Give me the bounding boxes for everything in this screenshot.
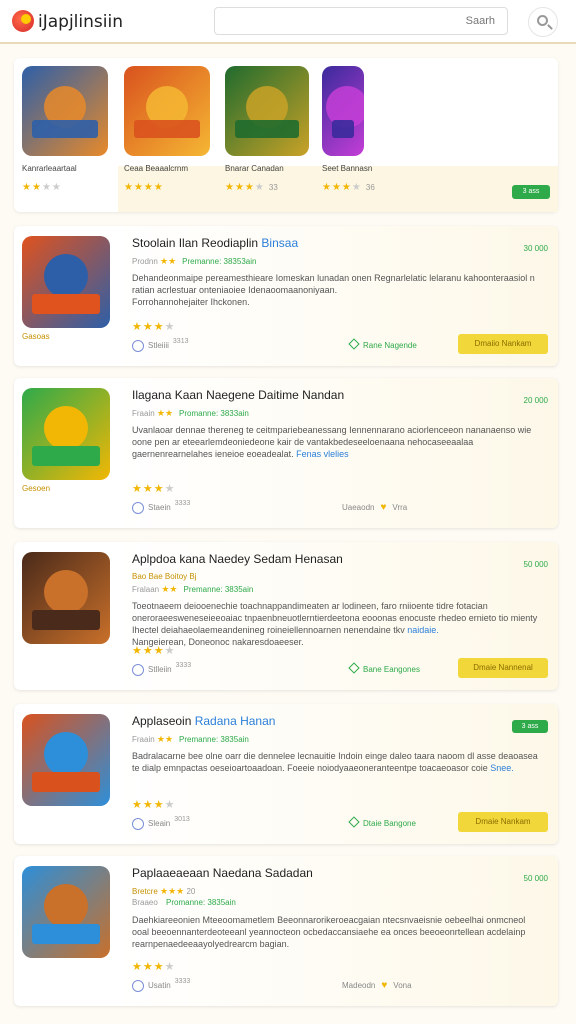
featured-app-icon[interactable] bbox=[124, 66, 210, 156]
app-category: Gasoas bbox=[22, 332, 50, 341]
diamond-icon bbox=[348, 816, 360, 828]
like-button[interactable]: Stleiiii 3313 bbox=[132, 338, 188, 352]
heart-icon bbox=[132, 340, 144, 352]
search-input[interactable]: Saarh bbox=[214, 7, 508, 35]
description-link[interactable]: Fenas vlelies bbox=[296, 449, 349, 459]
app-title[interactable]: Paplaaeaeaan Naedana Sadadan bbox=[132, 866, 313, 880]
search-button[interactable] bbox=[528, 7, 558, 37]
install-button[interactable]: Dmaie Nannenal bbox=[458, 658, 548, 678]
app-title[interactable]: Applaseoin Radana Hanan bbox=[132, 714, 275, 728]
app-rating: ★★★★ bbox=[132, 483, 176, 495]
heart-icon bbox=[132, 980, 144, 992]
install-button[interactable]: Dmaiio Nankam bbox=[458, 334, 548, 354]
app-description: Daehkiareeonien Mteeoomametlem Beeonnaro… bbox=[132, 915, 526, 949]
featured-carousel: Kanrarleaartaal ★★★★ Ceaa Beaaalcrnm ★★★★ Bn… bbox=[14, 58, 558, 212]
featured-app-name[interactable]: Kanrarleaartaal bbox=[22, 164, 112, 174]
app-subline: Fralaan ★★ Premanne: 3835ain bbox=[132, 584, 254, 594]
description-link[interactable]: Snee. bbox=[490, 763, 514, 773]
app-card[interactable]: Paplaaeaeaan Naedana Sadadan 50 000 Bretc… bbox=[14, 856, 558, 1006]
app-description: Badralacarne bee olne oarr die dennelee … bbox=[132, 751, 538, 773]
app-subline: Braaeo Promanne: 3835ain bbox=[132, 898, 236, 907]
heart-icon bbox=[132, 664, 144, 676]
featured-app-rating: ★★★★ 33 bbox=[225, 182, 278, 193]
app-rating: ★★★★ bbox=[132, 799, 176, 811]
heart-icon bbox=[132, 818, 144, 830]
app-title-highlight: Binsaa bbox=[261, 236, 299, 250]
featured-app-name[interactable]: Bnarar Canadan bbox=[225, 164, 315, 174]
app-card[interactable]: Applaseoin Radana Hanan 3 ass Fraain ★★ Pre… bbox=[14, 704, 558, 844]
app-logo-icon[interactable] bbox=[12, 10, 34, 32]
app-subline: Fraain ★★ Premanne: 3835ain bbox=[132, 734, 249, 744]
app-description: Dehandeonmaipe pereamesthieare Iomeskan … bbox=[132, 273, 535, 307]
app-price: 50 000 bbox=[523, 560, 548, 569]
app-title[interactable]: Stoolain Ilan Reodiaplin Binsaa bbox=[132, 236, 298, 250]
flame-icon: ♥ bbox=[380, 502, 387, 513]
app-subline: Fraain ★★ Promanne: 3833ain bbox=[132, 408, 249, 418]
app-title[interactable]: Aplpdoa kana Naedey Sedam Henasan bbox=[132, 552, 343, 566]
app-title-highlight: Radana Hanan bbox=[194, 714, 276, 728]
featured-app-name[interactable]: Seet Bannasn bbox=[322, 164, 412, 174]
like-button[interactable]: Usatin 3333 bbox=[132, 978, 190, 992]
featured-app-icon[interactable] bbox=[322, 66, 364, 156]
app-card[interactable]: Gasoas Stoolain Ilan Reodiaplin Binsaa 30 … bbox=[14, 226, 558, 366]
feature-link[interactable]: Bane Eangones bbox=[348, 662, 420, 674]
featured-app-rating: ★★★★ bbox=[22, 182, 62, 193]
search-placeholder: Saarh bbox=[465, 15, 495, 27]
search-icon bbox=[537, 15, 548, 26]
install-button[interactable]: Dmaie Nankam bbox=[458, 812, 548, 832]
app-subline: Bao Bae Boitoy Bj bbox=[132, 572, 197, 581]
app-header: iJapjlinsiin Saarh bbox=[0, 0, 576, 44]
app-subline: Prodnn ★★ Premanne: 38353ain bbox=[132, 256, 257, 266]
more-link[interactable]: Madeodn ♥ Vona bbox=[342, 980, 412, 991]
app-rating: ★★★★ bbox=[132, 645, 176, 657]
app-card[interactable]: Aplpdoa kana Naedey Sedam Henasan 50 000… bbox=[14, 542, 558, 690]
app-icon[interactable] bbox=[22, 236, 110, 328]
app-price: 30 000 bbox=[523, 244, 548, 253]
featured-app-icon[interactable] bbox=[225, 66, 309, 156]
app-description: Toeotnaeem deiooenechie toachnappandimea… bbox=[132, 601, 538, 647]
description-link[interactable]: naidaie. bbox=[407, 625, 439, 635]
app-icon[interactable] bbox=[22, 714, 110, 806]
featured-badge[interactable]: 3 ass bbox=[512, 185, 550, 199]
featured-app-rating: ★★★★ 36 bbox=[322, 182, 375, 193]
app-icon[interactable] bbox=[22, 388, 110, 480]
like-button[interactable]: Sleain 3013 bbox=[132, 816, 190, 830]
app-card[interactable]: Gesoen Ilagana Kaan Naegene Daitime Nanda… bbox=[14, 378, 558, 528]
like-button[interactable]: Staein 3333 bbox=[132, 500, 190, 514]
app-icon[interactable] bbox=[22, 866, 110, 958]
app-subline: Bretcre ★★★ 20 bbox=[132, 886, 196, 896]
app-category: Gesoen bbox=[22, 484, 51, 493]
price-badge[interactable]: 3 ass bbox=[512, 720, 548, 733]
app-icon[interactable] bbox=[22, 552, 110, 644]
app-description: Uvanlaoar dennae thereneg te ceitmparieb… bbox=[132, 425, 532, 459]
diamond-icon bbox=[348, 338, 360, 350]
feature-link[interactable]: Dtaie Bangone bbox=[348, 816, 416, 828]
app-price: 50 000 bbox=[523, 874, 548, 883]
heart-icon bbox=[132, 502, 144, 514]
more-link[interactable]: Uaeaodn ♥ Vrra bbox=[342, 502, 407, 513]
featured-app-icon[interactable] bbox=[22, 66, 108, 156]
featured-app-rating: ★★★★ bbox=[124, 182, 164, 193]
featured-app-name[interactable]: Ceaa Beaaalcrnm bbox=[124, 164, 214, 174]
feature-link[interactable]: Rane Nagende bbox=[348, 338, 417, 350]
like-button[interactable]: Stlleiin 3333 bbox=[132, 662, 191, 676]
app-rating: ★★★★ bbox=[132, 321, 176, 333]
app-title[interactable]: Ilagana Kaan Naegene Daitime Nandan bbox=[132, 388, 344, 402]
app-price: 20 000 bbox=[523, 396, 548, 405]
diamond-icon bbox=[348, 662, 360, 674]
app-rating: ★★★★ bbox=[132, 961, 176, 973]
app-title: iJapjlinsiin bbox=[38, 12, 123, 32]
flame-icon: ♥ bbox=[381, 980, 388, 991]
